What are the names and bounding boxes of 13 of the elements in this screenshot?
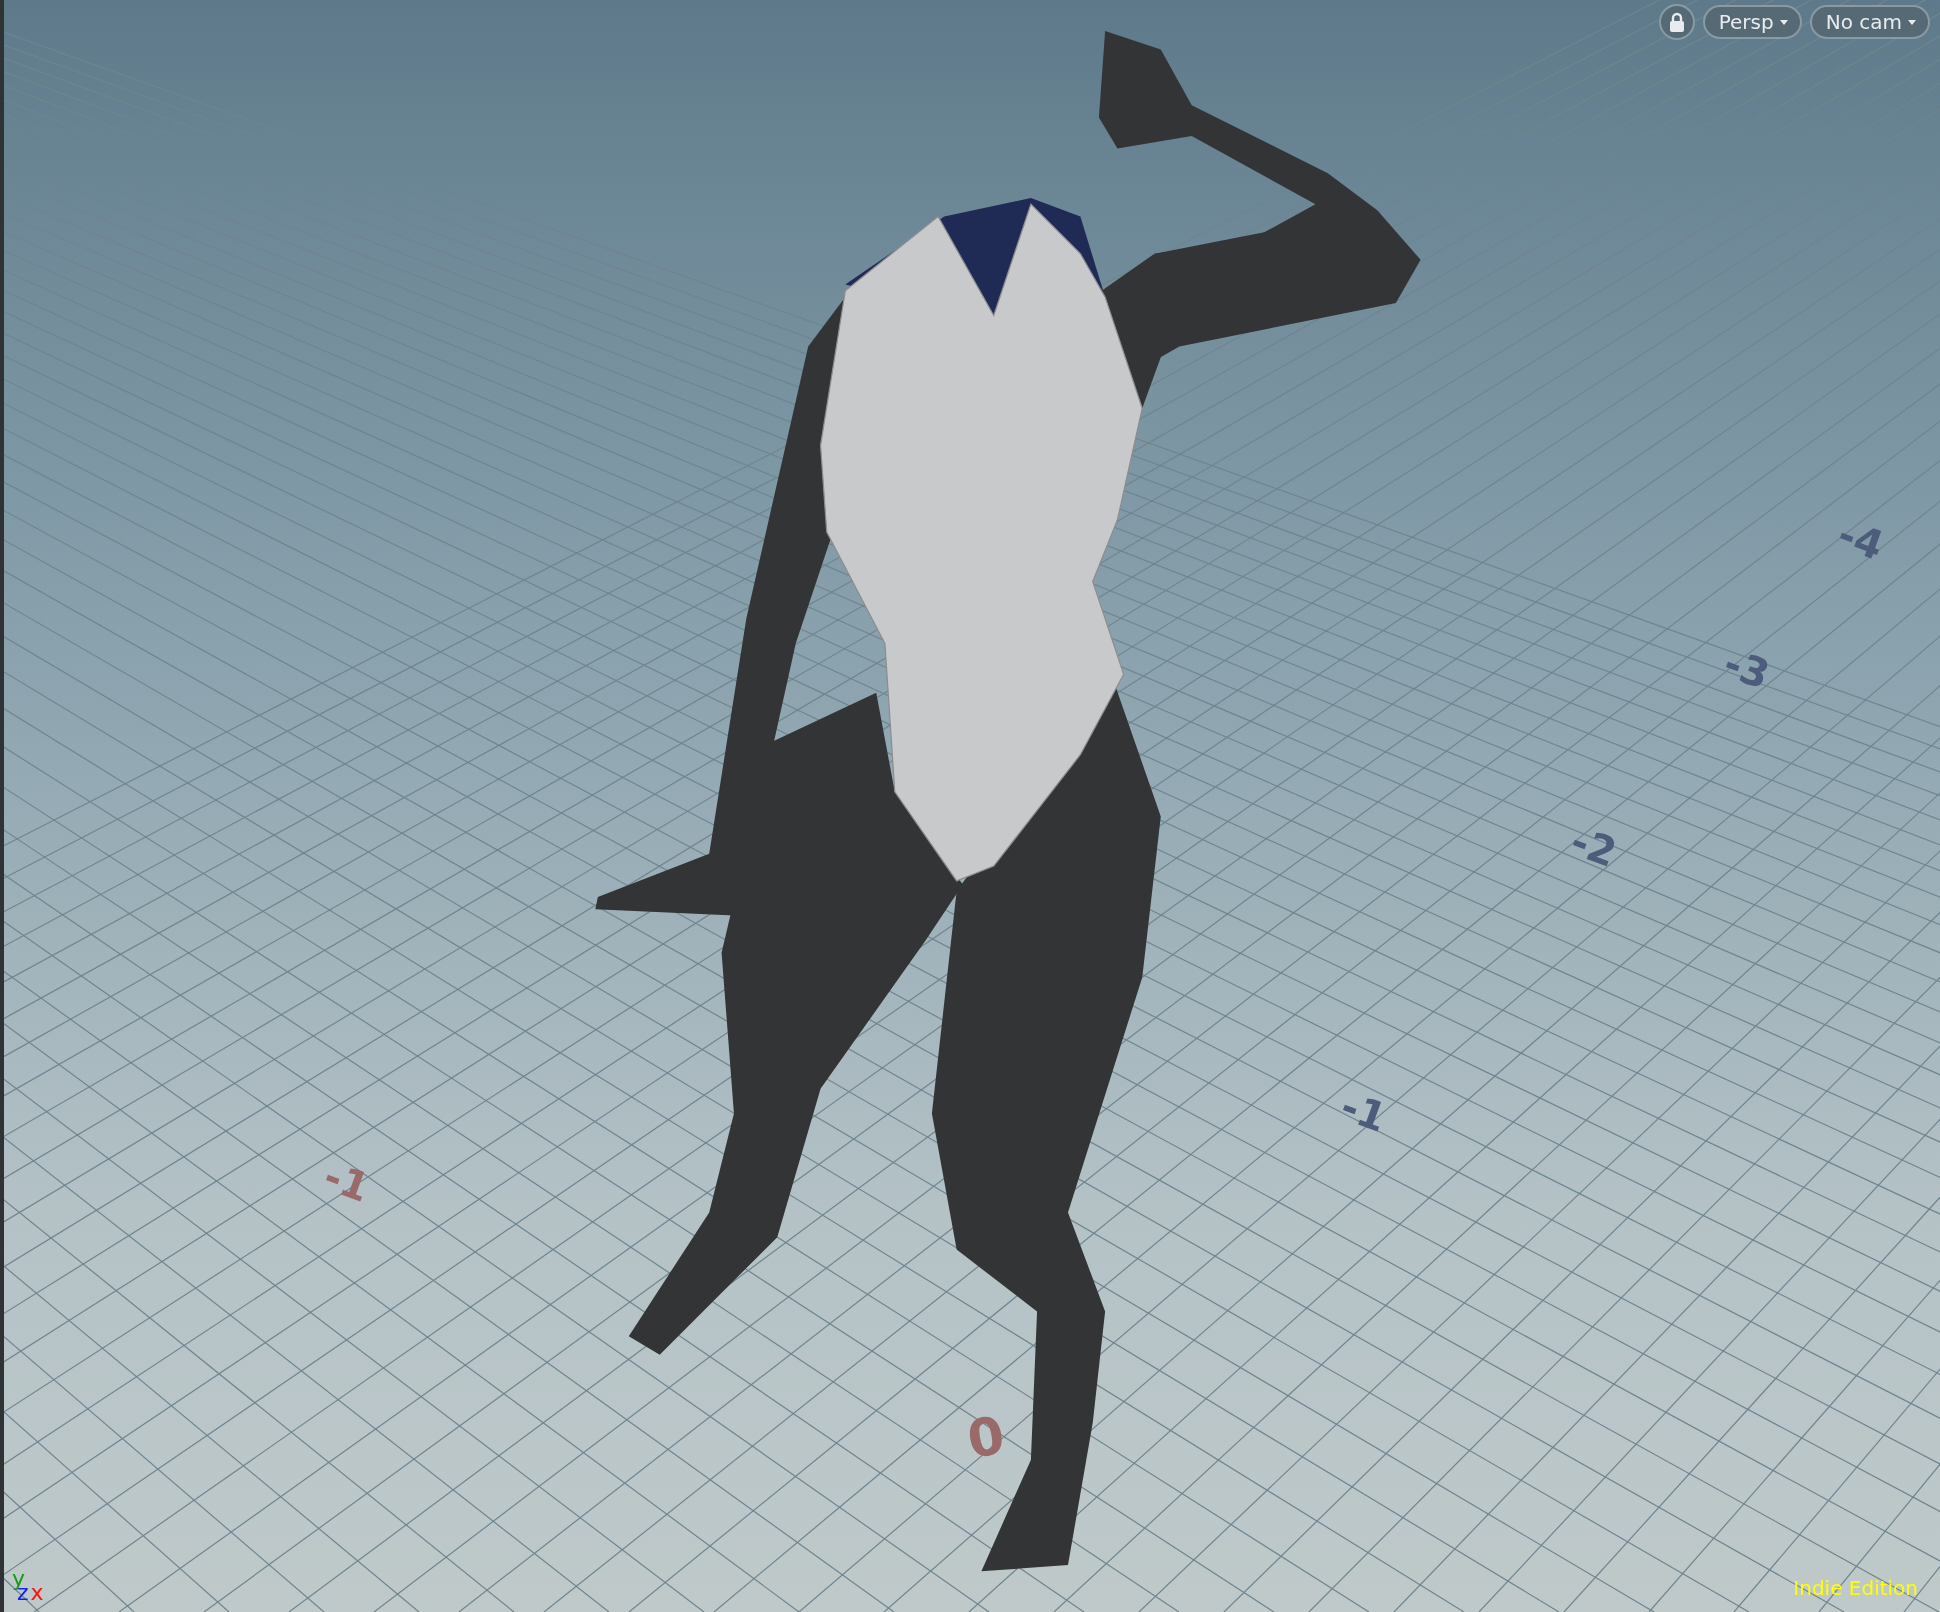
view-menu-button[interactable]: Persp [1702, 5, 1802, 39]
camera-menu-button[interactable]: No cam [1809, 5, 1930, 39]
grid-axis-label: -2 [1565, 817, 1623, 877]
padlock-icon [1668, 12, 1685, 32]
grid-axis-label: -4 [1832, 510, 1890, 570]
edition-label: Indie Edition [1793, 1576, 1918, 1600]
caret-down-icon [1908, 19, 1916, 25]
grid-axis-label: -1 [1335, 1082, 1393, 1142]
grid-axis-label: -3 [1718, 639, 1776, 699]
axis-label: x [30, 1582, 44, 1604]
grid-axis-label: -1 [318, 1152, 376, 1212]
grid-axis-label: 0 [962, 1404, 1009, 1470]
caret-down-icon [1779, 19, 1788, 25]
